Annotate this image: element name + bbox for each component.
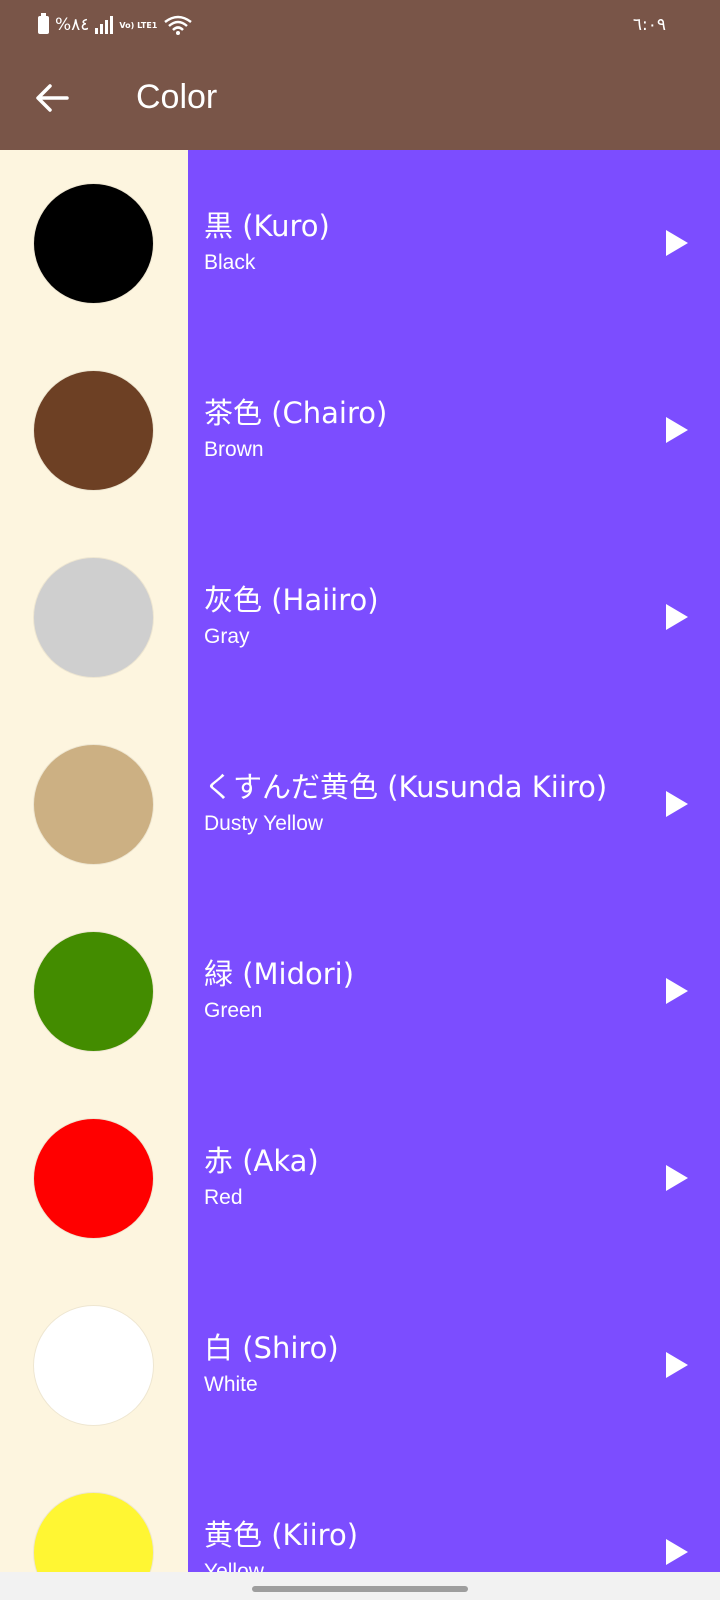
color-list: 黒 (Kuro) Black 茶色 (Chairo) Brown 灰色 (Hai… bbox=[0, 150, 720, 1572]
english-name: Black bbox=[204, 251, 256, 274]
list-item: 灰色 (Haiiro) Gray bbox=[0, 524, 720, 711]
japanese-name: 緑 (Midori) bbox=[204, 957, 355, 991]
japanese-name: 白 (Shiro) bbox=[204, 1331, 339, 1365]
home-gesture-handle[interactable] bbox=[252, 1586, 468, 1592]
japanese-name: 赤 (Aka) bbox=[204, 1144, 319, 1178]
english-name: Gray bbox=[204, 625, 250, 648]
color-swatch bbox=[34, 371, 153, 490]
status-bar: %٨٤ Vo) LTE1 ٦:٠٩ bbox=[0, 0, 720, 46]
status-icons: %٨٤ Vo) LTE1 bbox=[38, 13, 193, 36]
list-item: 白 (Shiro) White bbox=[0, 1272, 720, 1459]
color-swatch bbox=[34, 1306, 153, 1425]
list-item: 緑 (Midori) Green bbox=[0, 898, 720, 1085]
color-swatch bbox=[34, 932, 153, 1051]
color-swatch bbox=[34, 558, 153, 677]
page-title: Color bbox=[136, 78, 218, 116]
color-row-button[interactable]: くすんだ黄色 (Kusunda Kiiro) Dusty Yellow bbox=[188, 711, 720, 898]
list-item: 黒 (Kuro) Black bbox=[0, 150, 720, 337]
color-swatch bbox=[34, 184, 153, 303]
play-icon[interactable] bbox=[666, 1352, 688, 1378]
battery-percent: %٨٤ bbox=[55, 15, 90, 35]
swatch-cell bbox=[0, 150, 188, 337]
swatch-cell bbox=[0, 337, 188, 524]
play-icon[interactable] bbox=[666, 978, 688, 1004]
play-icon[interactable] bbox=[666, 1165, 688, 1191]
japanese-name: 黒 (Kuro) bbox=[204, 209, 330, 243]
color-row-button[interactable]: 灰色 (Haiiro) Gray bbox=[188, 524, 720, 711]
battery-icon bbox=[38, 13, 49, 34]
arrow-left-icon bbox=[36, 84, 69, 112]
color-swatch bbox=[34, 1493, 153, 1572]
japanese-name: くすんだ黄色 (Kusunda Kiiro) bbox=[204, 770, 608, 804]
swatch-cell bbox=[0, 1085, 188, 1272]
play-icon[interactable] bbox=[666, 417, 688, 443]
list-item: 茶色 (Chairo) Brown bbox=[0, 337, 720, 524]
color-swatch bbox=[34, 745, 153, 864]
english-name: Red bbox=[204, 1186, 243, 1209]
japanese-name: 灰色 (Haiiro) bbox=[204, 583, 379, 617]
swatch-cell bbox=[0, 898, 188, 1085]
status-time: ٦:٠٩ bbox=[632, 15, 666, 35]
english-name: Dusty Yellow bbox=[204, 812, 324, 835]
swatch-cell bbox=[0, 711, 188, 898]
app-bar: Color bbox=[0, 46, 720, 150]
wifi-icon bbox=[164, 15, 193, 35]
color-row-button[interactable]: 緑 (Midori) Green bbox=[188, 898, 720, 1085]
japanese-name: 茶色 (Chairo) bbox=[204, 396, 388, 430]
list-item: くすんだ黄色 (Kusunda Kiiro) Dusty Yellow bbox=[0, 711, 720, 898]
color-row-button[interactable]: 赤 (Aka) Red bbox=[188, 1085, 720, 1272]
english-name: White bbox=[204, 1373, 258, 1396]
color-row-button[interactable]: 黄色 (Kiiro) Yellow bbox=[188, 1459, 720, 1572]
play-icon[interactable] bbox=[666, 1539, 688, 1565]
english-name: Brown bbox=[204, 438, 264, 461]
swatch-cell bbox=[0, 1459, 188, 1572]
color-swatch bbox=[34, 1119, 153, 1238]
color-row-button[interactable]: 黒 (Kuro) Black bbox=[188, 150, 720, 337]
swatch-cell bbox=[0, 1272, 188, 1459]
list-item: 赤 (Aka) Red bbox=[0, 1085, 720, 1272]
play-icon[interactable] bbox=[666, 791, 688, 817]
swatch-cell bbox=[0, 524, 188, 711]
navigation-bar bbox=[0, 1572, 720, 1600]
japanese-name: 黄色 (Kiiro) bbox=[204, 1518, 359, 1552]
list-item: 黄色 (Kiiro) Yellow bbox=[0, 1459, 720, 1572]
english-name: Yellow bbox=[204, 1560, 264, 1572]
back-button[interactable] bbox=[24, 70, 80, 126]
lte-icon: Vo) LTE1 bbox=[119, 20, 158, 30]
play-icon[interactable] bbox=[666, 604, 688, 630]
color-row-button[interactable]: 茶色 (Chairo) Brown bbox=[188, 337, 720, 524]
english-name: Green bbox=[204, 999, 263, 1022]
play-icon[interactable] bbox=[666, 230, 688, 256]
signal-icon bbox=[95, 16, 114, 34]
color-row-button[interactable]: 白 (Shiro) White bbox=[188, 1272, 720, 1459]
